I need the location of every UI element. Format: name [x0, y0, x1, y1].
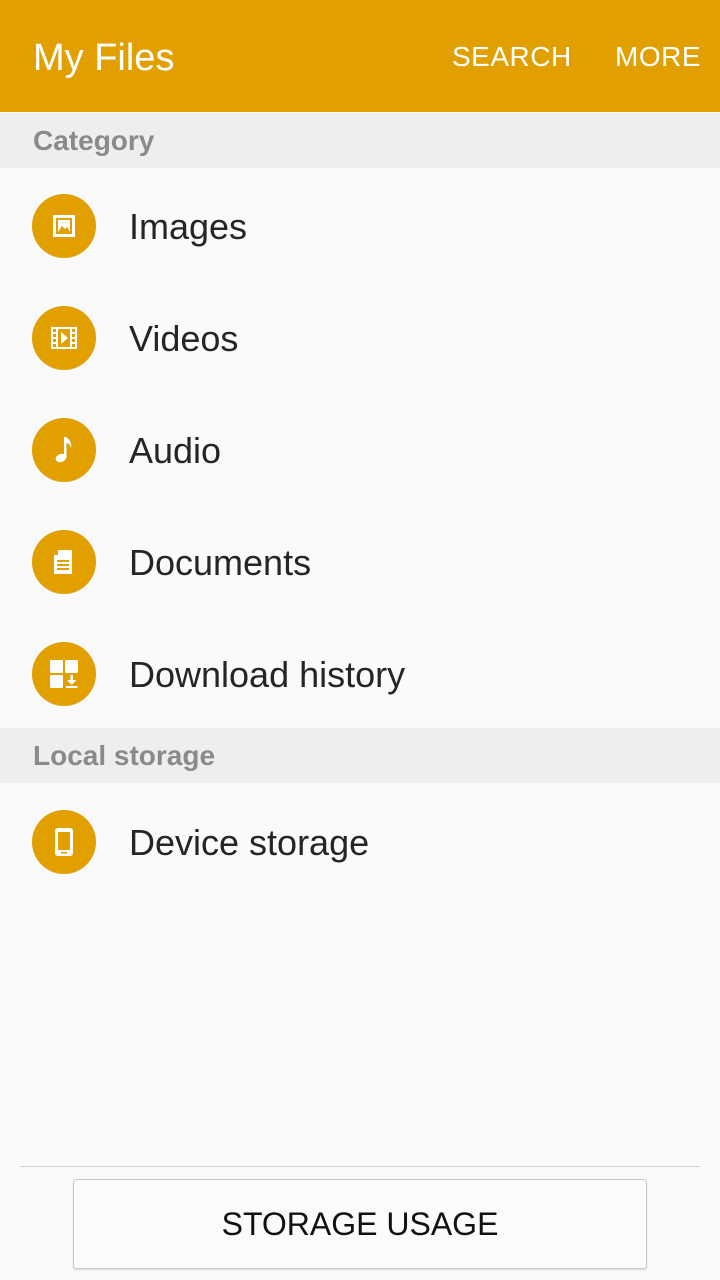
list-item-label: Audio [129, 430, 222, 471]
document-icon [32, 530, 96, 594]
section-header-label: Category [33, 125, 155, 156]
storage-usage-button[interactable]: STORAGE USAGE [73, 1179, 647, 1269]
list-item-videos[interactable]: Videos [0, 282, 720, 394]
list-item-device-storage[interactable]: Device storage [0, 786, 720, 898]
phone-icon [32, 810, 96, 874]
bottom-divider [20, 1166, 700, 1167]
list-item-label: Videos [129, 318, 239, 359]
list-item-label: Images [129, 206, 248, 247]
music-note-icon [32, 418, 96, 482]
list-item-label: Device storage [129, 822, 370, 863]
search-button[interactable]: SEARCH [452, 40, 572, 74]
section-header-category: Category [0, 113, 720, 168]
more-button[interactable]: MORE [615, 40, 701, 74]
section-header-label: Local storage [33, 740, 216, 771]
list-item-images[interactable]: Images [0, 170, 720, 282]
my-files-screen: My Files SEARCH MORE Category Images Vid… [0, 0, 720, 1280]
list-item-label: Download history [129, 654, 406, 695]
app-title: My Files [33, 37, 175, 79]
image-icon [32, 194, 96, 258]
list-item-label: Documents [129, 542, 312, 583]
list-item-audio[interactable]: Audio [0, 394, 720, 506]
download-icon [32, 642, 96, 706]
section-header-local-storage: Local storage [0, 728, 720, 783]
app-bar: My Files SEARCH MORE [0, 0, 720, 112]
list-item-documents[interactable]: Documents [0, 506, 720, 618]
video-icon [32, 306, 96, 370]
list-item-download-history[interactable]: Download history [0, 618, 720, 730]
